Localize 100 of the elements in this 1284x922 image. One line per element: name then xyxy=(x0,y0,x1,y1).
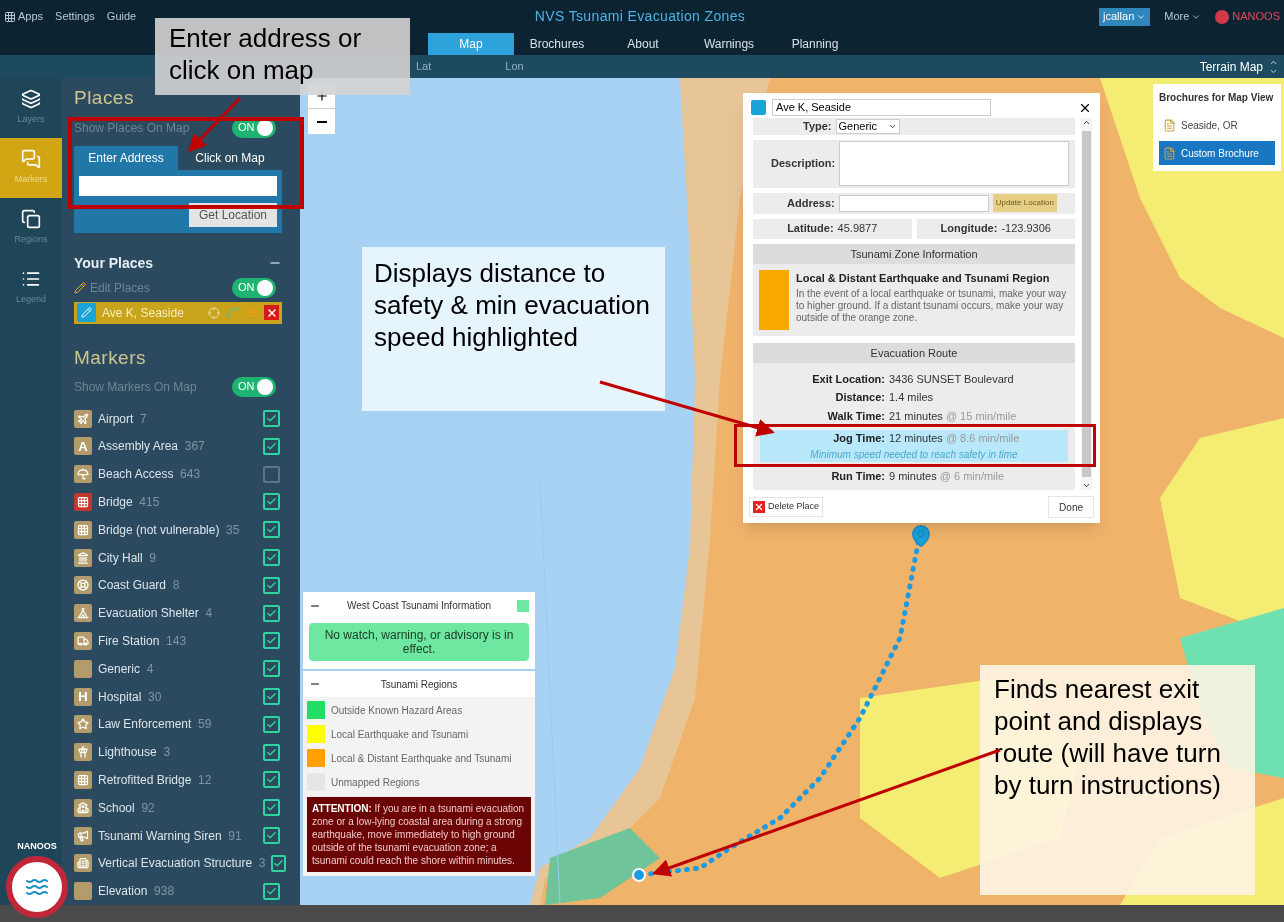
marker-checkbox[interactable] xyxy=(263,799,280,817)
marker-label: City Hall 9 xyxy=(98,549,158,567)
region-label: Local & Distant Earthquake and Tsunami xyxy=(331,751,512,766)
route-note: Minimum speed needed to reach safety in time xyxy=(810,447,1018,462)
marker-checkbox[interactable] xyxy=(263,576,280,594)
brochure-item[interactable]: Custom Brochure xyxy=(1159,141,1275,165)
address-tab[interactable]: Click on Map xyxy=(178,145,282,170)
marker-checkbox[interactable] xyxy=(263,437,280,455)
scroll-up-icon[interactable] xyxy=(1082,118,1091,127)
route-header: Evacuation Route xyxy=(753,342,1075,363)
latitude-label: Latitude: xyxy=(787,221,834,237)
route-label: Walk Time: xyxy=(826,408,886,424)
brochure-icon xyxy=(1163,118,1176,132)
zone-color-swatch xyxy=(759,269,789,330)
brochures-title: Brochures for Map View xyxy=(1159,91,1275,105)
type-dropdown[interactable]: Generic xyxy=(835,118,900,134)
more-menu[interactable]: More xyxy=(1164,8,1202,25)
marker-checkbox[interactable] xyxy=(271,854,287,872)
your-places-heading: Your Places xyxy=(74,253,154,273)
marker-checkbox[interactable] xyxy=(263,465,280,483)
marker-checkbox[interactable] xyxy=(263,771,280,789)
update-location-button[interactable]: Update Location xyxy=(992,194,1057,213)
top-menu-item[interactable]: Apps xyxy=(18,8,44,25)
check-icon xyxy=(266,885,277,897)
marker-label: School 92 xyxy=(98,799,156,817)
logo-text: NANOOS xyxy=(17,840,57,853)
description-label: Description: xyxy=(771,156,836,172)
callout-tooltip: Finds nearest exit point and displays route (will have turn by turn instructions) xyxy=(980,665,1255,895)
marker-checkbox[interactable] xyxy=(263,410,280,428)
delete-icon[interactable] xyxy=(264,305,279,321)
show-places-label: Show Places On Map xyxy=(74,119,190,137)
route-value: 21 minutes @ 15 min/mile xyxy=(889,408,1017,424)
marker-checkbox[interactable] xyxy=(263,715,280,733)
scroll-down-icon[interactable] xyxy=(1082,481,1091,490)
marker-checkbox[interactable] xyxy=(263,549,280,567)
delete-icon xyxy=(753,501,765,513)
check-icon xyxy=(266,830,277,841)
description-input[interactable] xyxy=(839,141,1069,187)
region-label: Outside Known Hazard Areas xyxy=(331,703,463,718)
place-name-field[interactable]: Ave K, Seaside xyxy=(772,99,991,116)
nav-tab[interactable]: About xyxy=(600,33,686,55)
top-menu-item[interactable]: Guide xyxy=(106,8,137,25)
marker-checkbox[interactable] xyxy=(263,632,280,650)
zone-description: In the event of a local earthquake or tsunami, make your way to higher ground. If a distant tsunami occurs, make your way outside of the orange zone. xyxy=(796,288,1068,324)
done-button[interactable]: Done xyxy=(1048,496,1094,518)
marker-checkbox[interactable] xyxy=(263,521,280,539)
marker-label: Airport 7 xyxy=(98,410,148,428)
check-icon xyxy=(266,579,277,591)
marker-label: Evacuation Shelter 4 xyxy=(98,605,214,623)
marker-checkbox[interactable] xyxy=(263,688,280,705)
nav-tab[interactable]: Brochures xyxy=(514,33,600,55)
marker-glyph: H xyxy=(74,687,92,706)
marker-checkbox[interactable] xyxy=(263,827,280,844)
marker-checkbox[interactable] xyxy=(263,882,280,900)
user-menu[interactable]: jcallan xyxy=(1099,7,1151,26)
status-message: No watch, warning, or advisory is in effect. xyxy=(309,623,529,661)
address-input[interactable] xyxy=(838,194,989,212)
places-heading: Places xyxy=(74,86,134,110)
basemap-selector[interactable]: Terrain Map xyxy=(1199,57,1278,76)
callout-tooltip: Displays distance to safety & min evacuation speed highlighted xyxy=(362,247,665,411)
marker-glyph: A xyxy=(74,437,92,456)
route-value: 9 minutes @ 6 min/mile xyxy=(889,468,1005,484)
marker-label: Fire Station 143 xyxy=(98,632,188,650)
marker-label: Bridge 415 xyxy=(98,493,161,511)
marker-checkbox[interactable] xyxy=(263,493,280,511)
lon-label: Lon xyxy=(505,59,524,75)
edit-places-label: Edit Places xyxy=(90,279,151,297)
attention-message: ATTENTION: If you are in a tsunami evacuation zone or a low-lying coastal area during a strong earthquake, move immediately to high ground outside of the tsunami evacuation zone; a tsunami could reach the shore within minutes. xyxy=(307,797,531,872)
brand-link[interactable]: NANOOS xyxy=(1232,8,1280,25)
brochure-item[interactable]: Seaside, OR xyxy=(1159,113,1275,137)
tsunami-info-title: West Coast Tsunami Information xyxy=(346,599,492,613)
marker-checkbox[interactable] xyxy=(263,660,280,678)
marker-label: Elevation 938 xyxy=(98,883,176,901)
route-value: 12 minutes @ 8.6 min/mile xyxy=(889,431,1020,446)
longitude-value: -123.9306 xyxy=(1001,221,1051,237)
lat-label: Lat xyxy=(416,59,432,75)
pencil-icon xyxy=(81,307,92,319)
check-icon xyxy=(266,607,277,619)
color-swatch[interactable] xyxy=(751,100,766,115)
route-start-dot xyxy=(632,868,646,882)
type-label: Type: xyxy=(803,119,832,134)
pencil-icon xyxy=(74,281,86,294)
marker-checkbox[interactable] xyxy=(263,743,280,761)
top-menu-item[interactable]: Settings xyxy=(55,8,95,25)
longitude-label: Longitude: xyxy=(940,221,998,237)
scrollbar[interactable] xyxy=(1081,118,1092,490)
address-label: Address: xyxy=(787,195,835,211)
address-input[interactable] xyxy=(79,175,277,196)
marker-checkbox[interactable] xyxy=(263,604,280,622)
delete-place-button[interactable]: Delete Place xyxy=(749,497,824,517)
check-icon xyxy=(266,718,277,730)
marker-label: Lighthouse 3 xyxy=(98,744,172,762)
route-label: Distance: xyxy=(834,390,886,405)
apps-icon[interactable] xyxy=(4,10,16,23)
check-icon xyxy=(266,440,277,452)
marker-label: Bridge (not vulnerable) 35 xyxy=(98,521,241,539)
nav-tab[interactable]: Planning xyxy=(772,33,858,55)
zone-header: Tsunami Zone Information xyxy=(753,243,1075,264)
nav-tab[interactable]: Warnings xyxy=(686,33,772,55)
markers-icon xyxy=(21,149,41,170)
